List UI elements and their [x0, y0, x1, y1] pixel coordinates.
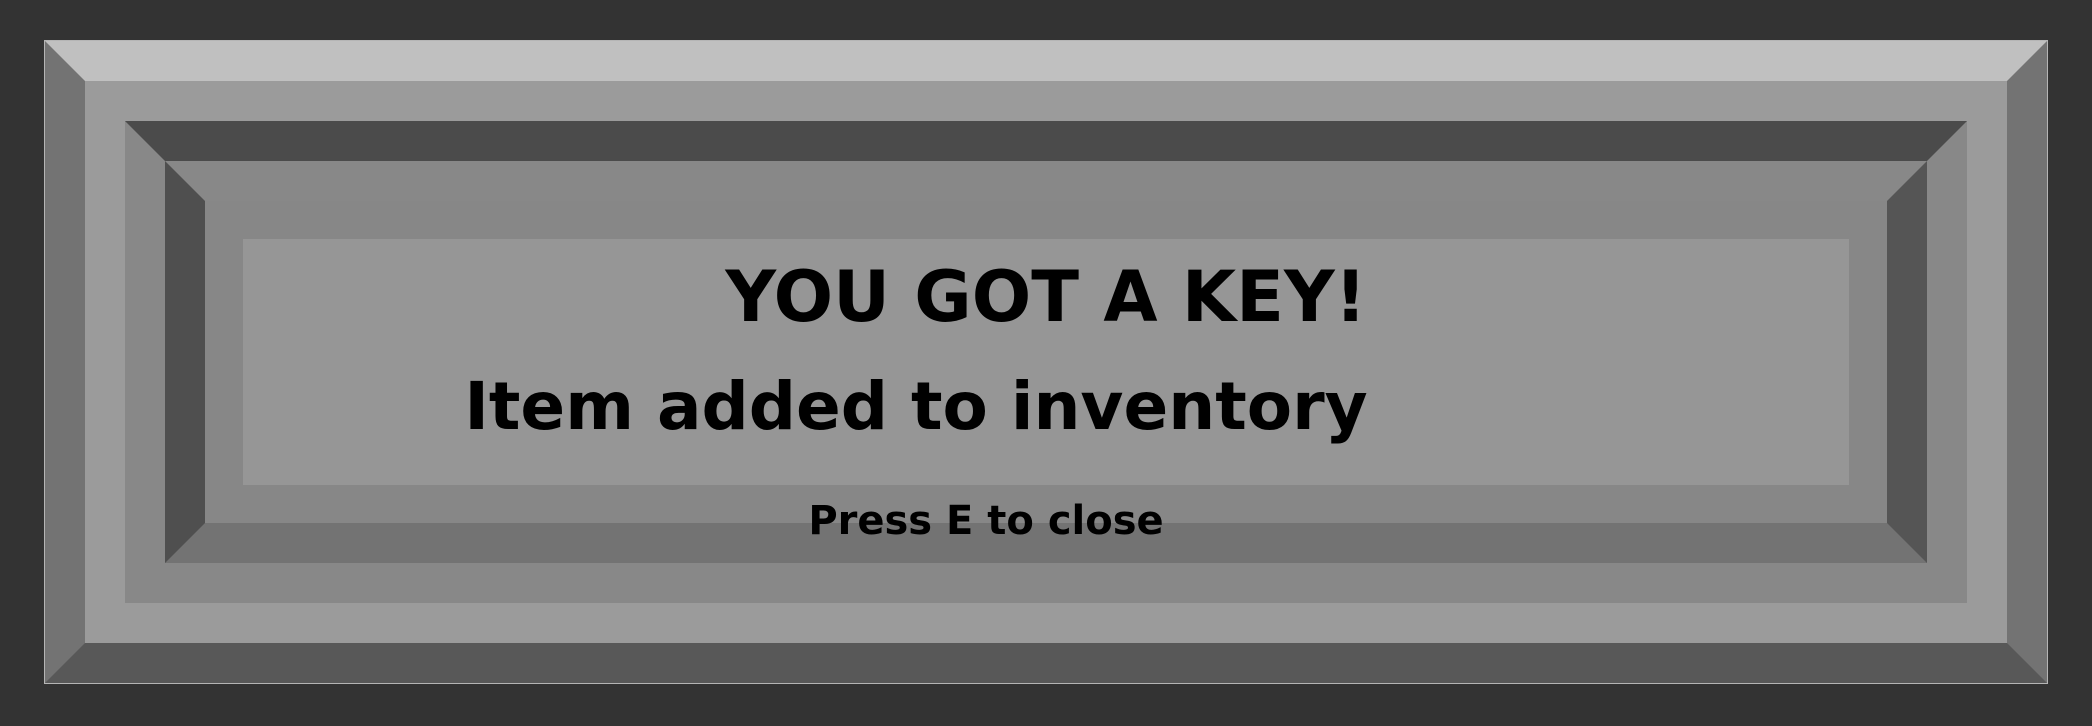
- dialog-content: YOU GOT A KEY! Item added to inventory P…: [243, 239, 1849, 544]
- close-hint: Press E to close: [808, 498, 1164, 544]
- popup-message: Item added to inventory: [464, 368, 1368, 445]
- game-scene: YOU GOT A KEY! Item added to inventory P…: [0, 0, 2092, 726]
- popup-title: YOU GOT A KEY!: [725, 256, 1367, 338]
- item-popup-dialog: YOU GOT A KEY! Item added to inventory P…: [44, 40, 2048, 684]
